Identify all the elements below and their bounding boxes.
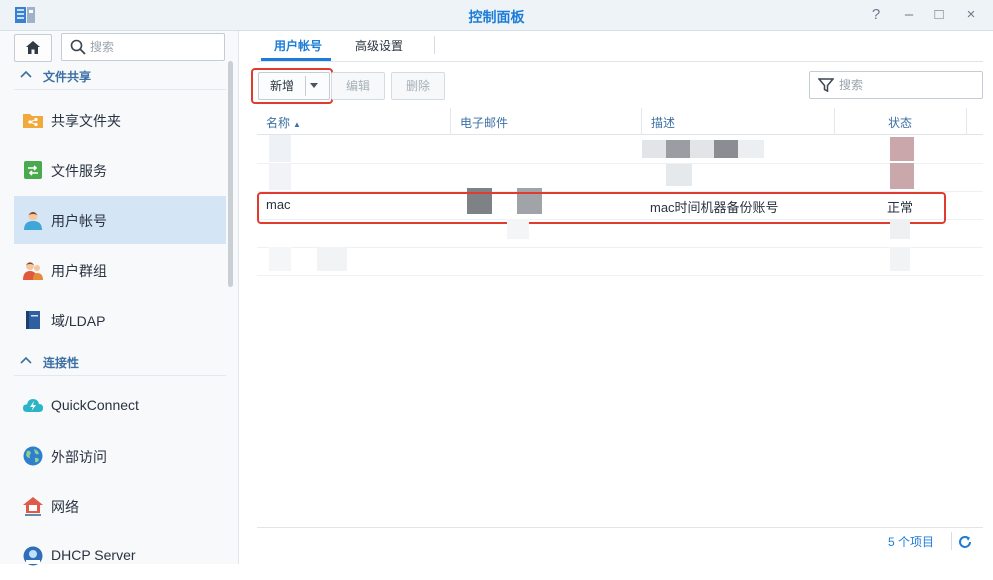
column-header-email[interactable]: 电子邮件 [460,114,508,131]
help-button[interactable]: ? [867,6,885,24]
edit-button[interactable]: 编辑 [331,72,385,100]
search-icon [70,39,86,55]
tab-divider [434,36,435,54]
redacted-block [890,137,914,161]
shared-folder-icon [23,114,43,128]
sort-ascending-icon: ▲ [293,120,301,129]
network-house-icon [23,497,43,516]
title-bar: 控制面板 ? – □ × [0,0,993,31]
column-header-name[interactable]: 名称 ▲ [266,114,301,131]
redacted-block [269,247,291,271]
table-row[interactable] [257,163,983,192]
table-header: 名称 ▲ 电子邮件 描述 状态 [257,108,983,135]
sidebar-item-user-accounts[interactable]: 用户帐号 [14,196,226,244]
sidebar-item-file-services[interactable]: 文件服务 [14,146,226,194]
sidebar-item-label: 共享文件夹 [51,113,121,129]
section-header-connectivity[interactable]: 连接性 [14,351,226,376]
close-button[interactable]: × [962,6,980,24]
sidebar-item-label: QuickConnect [51,397,139,413]
main-panel: 用户帐号 高级设置 新增 编辑 删除 名称▲ 电子邮件 描述 状态 [241,31,993,564]
section-header-file-sharing[interactable]: 文件共享 [14,65,226,90]
sidebar-item-label: 外部访问 [51,449,107,465]
sidebar-item-user-groups[interactable]: 用户群组 [14,246,226,294]
active-tab-indicator [261,58,331,61]
chevron-up-icon [20,70,32,78]
sidebar-item-domain-ldap[interactable]: 域/LDAP [14,296,226,344]
chevron-up-icon [20,356,32,364]
section-label: 连接性 [43,356,80,370]
sidebar-search-input[interactable] [90,37,218,57]
table-row[interactable] [257,219,983,248]
minimize-button[interactable]: – [900,6,918,24]
sidebar-item-dhcp-server[interactable]: DHCP Server [14,532,226,580]
filter-search-input[interactable] [839,75,975,95]
redacted-block [317,247,347,271]
sidebar-scrollbar[interactable] [228,61,233,287]
redacted-block [507,219,529,239]
tab-advanced-settings[interactable]: 高级设置 [355,37,403,54]
status-footer: 5 个项目 [257,527,983,565]
column-divider [966,108,967,134]
redacted-block [714,140,738,158]
sidebar-search-box[interactable] [61,33,225,61]
user-group-icon [23,262,43,280]
sidebar-item-label: DHCP Server [51,547,136,563]
sidebar-item-label: 域/LDAP [51,313,106,329]
user-icon [24,211,42,230]
redacted-block [890,163,914,189]
column-header-description[interactable]: 描述 [651,114,675,131]
home-icon [26,41,40,54]
redacted-block [738,140,764,158]
redacted-block [666,140,690,158]
sidebar-item-shared-folder[interactable]: 共享文件夹 [14,96,226,144]
domain-ldap-icon [26,311,40,329]
sidebar-item-quickconnect[interactable]: QuickConnect [14,382,226,430]
redacted-block [890,219,910,239]
redacted-block [690,140,714,158]
filter-search-box[interactable] [809,71,983,99]
item-count: 5 个项目 [888,535,935,549]
sidebar-item-label: 用户群组 [51,263,107,279]
sidebar-item-label: 网络 [51,499,79,515]
redacted-block [890,247,910,271]
maximize-button[interactable]: □ [930,6,948,24]
filter-icon [818,78,834,93]
table-row[interactable] [257,247,983,276]
redacted-block [269,163,291,190]
table-row[interactable] [257,135,983,164]
sidebar-item-label: 文件服务 [51,163,107,179]
window-title: 控制面板 [468,9,525,25]
footer-divider [951,532,952,550]
column-divider [641,108,642,134]
sidebar-item-label: 用户帐号 [51,213,107,229]
redacted-block [642,140,666,158]
sidebar: 文件共享 共享文件夹 文件服务 用户帐号 [0,31,239,566]
tab-bar: 用户帐号 高级设置 [257,31,983,62]
column-header-status[interactable]: 状态 [888,114,912,131]
home-button[interactable] [14,34,52,62]
sidebar-item-external-access[interactable]: 外部访问 [14,432,226,480]
highlight-new-button [251,68,333,104]
sidebar-item-network[interactable]: 网络 [14,482,226,530]
cloud-icon [23,399,43,412]
section-label: 文件共享 [43,70,92,84]
delete-button[interactable]: 删除 [391,72,445,100]
globe-icon [23,446,43,466]
redacted-block [666,164,692,186]
column-divider [450,108,451,134]
column-header-label: 名称 [266,116,291,130]
redacted-block [269,135,291,162]
tab-user-accounts[interactable]: 用户帐号 [274,37,322,54]
refresh-icon[interactable] [957,534,973,550]
file-services-icon [24,161,42,179]
column-divider [834,108,835,134]
